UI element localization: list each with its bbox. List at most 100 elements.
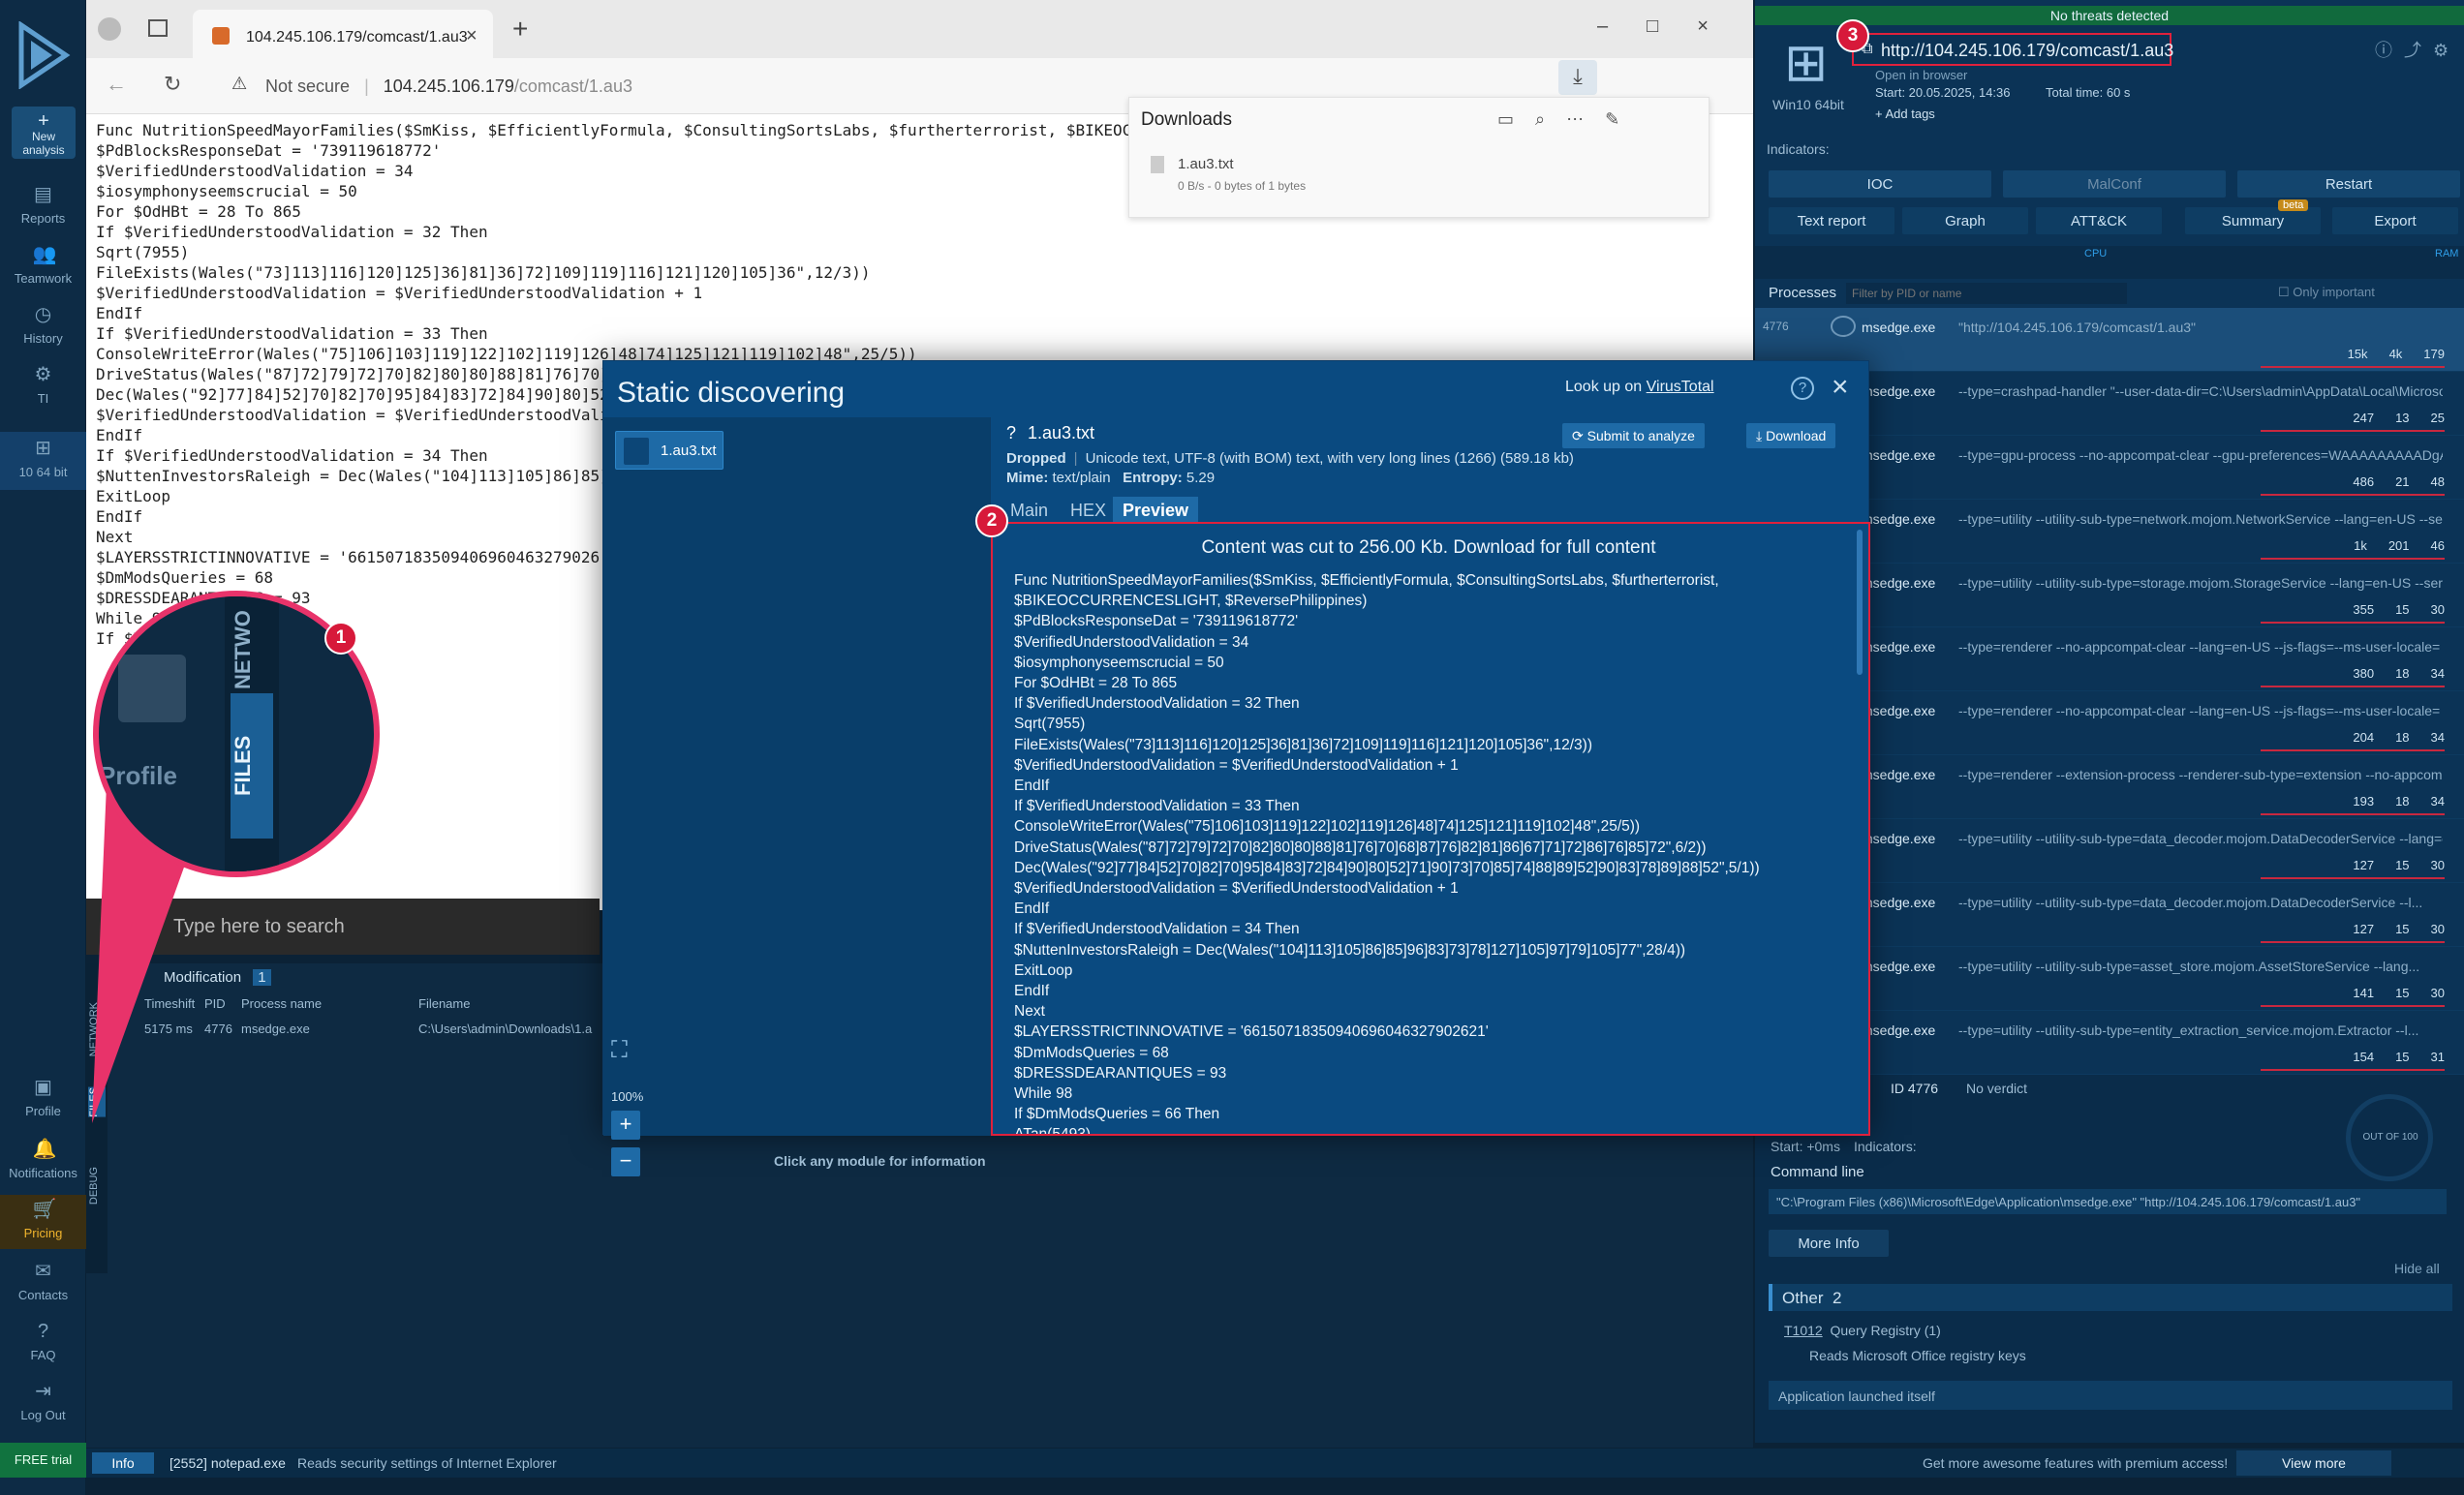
app-launched-item[interactable]: Application launched itself	[1769, 1381, 2452, 1410]
nav-pricing[interactable]: 🛒 Pricing	[0, 1195, 86, 1249]
tab-bar: 104.245.106.179/comcast/1.au3 × + –□×	[86, 0, 1753, 58]
other-section[interactable]: Other 2	[1769, 1284, 2452, 1311]
modules-stat: 48	[2430, 474, 2445, 489]
registry-stat: 18	[2395, 794, 2410, 809]
zoom-in-button[interactable]: +	[611, 1111, 640, 1140]
nav-faq[interactable]: ? FAQ	[0, 1321, 86, 1362]
close-icon[interactable]: ×	[1832, 371, 1849, 404]
refresh-icon[interactable]: ↻	[164, 72, 181, 97]
preview-text: Func NutritionSpeedMayorFamilies($SmKiss…	[1014, 572, 1760, 1136]
view-more-button[interactable]: View more	[2236, 1450, 2391, 1476]
add-tags-button[interactable]: + Add tags	[1875, 107, 1935, 121]
browser-tab[interactable]: 104.245.106.179/comcast/1.au3 ×	[193, 10, 493, 58]
promo-text: Get more awesome features with premium a…	[1923, 1455, 2229, 1471]
modules-stat: 46	[2430, 538, 2445, 553]
window-controls[interactable]: –□×	[1597, 15, 1747, 38]
process-stats: 193 18 34	[2331, 794, 2445, 809]
annotation-badge-3: 3	[1836, 19, 1869, 52]
more-info-button[interactable]: More Info	[1769, 1230, 1889, 1257]
command-line-label: Command line	[1771, 1164, 1864, 1180]
annotation-badge-2: 2	[975, 504, 1008, 537]
graph-button[interactable]: Graph	[1902, 207, 2028, 234]
text-report-button[interactable]: Text report	[1769, 207, 1894, 234]
zoom-out-button[interactable]: −	[611, 1147, 640, 1176]
files-stat: 154	[2353, 1050, 2375, 1064]
nav-windows-task[interactable]: ⊞ 10 64 bit	[0, 432, 86, 490]
registry-stat: 15	[2395, 922, 2410, 936]
command-line-value[interactable]: "C:\Program Files (x86)\Microsoft\Edge\A…	[1769, 1189, 2447, 1214]
registry-stat: 4k	[2388, 347, 2403, 361]
process-name: msedge.exe	[1862, 511, 1936, 527]
submit-to-analyze-button[interactable]: ⟳ Submit to analyze	[1562, 423, 1705, 448]
tab-debug[interactable]: DEBUG	[88, 1167, 106, 1205]
virustotal-link[interactable]: VirusTotal	[1647, 379, 1714, 395]
teamwork-icon: 👥	[32, 244, 57, 265]
nav-reports[interactable]: ▤ Reports	[0, 184, 86, 226]
process-name: msedge.exe	[1862, 383, 1936, 399]
status-info-tab[interactable]: Info	[92, 1452, 154, 1474]
registry-stat: 13	[2395, 411, 2410, 425]
tab-main[interactable]: Main	[1001, 497, 1058, 524]
t1012-item[interactable]: T1012 Query Registry (1)	[1784, 1323, 1941, 1338]
summary-button[interactable]: Summary	[2185, 207, 2321, 234]
nav-notifications[interactable]: 🔔 Notifications	[0, 1139, 86, 1180]
url-path: /comcast/1.au3	[513, 76, 632, 96]
only-important-checkbox[interactable]: ☐ Only important	[2278, 285, 2375, 300]
export-button[interactable]: Export	[2332, 207, 2458, 234]
preview-notice: Content was cut to 256.00 Kb. Download f…	[1201, 537, 1656, 558]
status-bar: Info [2552] notepad.exe Reads security s…	[86, 1449, 2464, 1478]
nav-profile[interactable]: ▣ Profile	[0, 1077, 86, 1118]
files-stat: 380	[2353, 666, 2375, 681]
downloads-actions-icon[interactable]: ▭⌕⋯✎	[1497, 109, 1641, 130]
help-icon[interactable]: ?	[1791, 377, 1814, 400]
process-name: msedge.exe	[1862, 895, 1936, 910]
task-actions-icons[interactable]: ⓘ⤴⚙	[2375, 37, 2460, 62]
process-filter-input[interactable]	[1846, 283, 2127, 304]
nav-logout[interactable]: ⇥ Log Out	[0, 1381, 86, 1422]
hide-all-link[interactable]: Hide all	[2394, 1261, 2440, 1276]
back-icon[interactable]: ←	[106, 72, 127, 97]
magnified-files-tab[interactable]: FILES	[231, 693, 273, 839]
nav-history[interactable]: ◷ History	[0, 304, 86, 346]
new-tab-icon[interactable]: +	[512, 14, 528, 45]
nav-contacts[interactable]: ✉ Contacts	[0, 1261, 86, 1302]
file-module[interactable]: 1.au3.txt	[615, 431, 724, 470]
process-command: --type=utility --utility-sub-type=networ…	[1958, 511, 2443, 527]
process-stats: 486 21 48	[2331, 474, 2445, 489]
tab-hex[interactable]: HEX	[1061, 497, 1116, 524]
open-in-browser-link[interactable]: Open in browser	[1875, 68, 1967, 82]
free-trial-button[interactable]: FREE trial	[0, 1443, 86, 1478]
process-stats: 15k 4k 179	[2326, 347, 2445, 361]
restart-button[interactable]: Restart	[2237, 170, 2460, 198]
detail-start: Start: +0ms	[1771, 1139, 1840, 1154]
files-stat: 247	[2353, 411, 2375, 425]
malconf-button[interactable]: MalConf	[2003, 170, 2226, 198]
process-command: --type=utility --utility-sub-type=entity…	[1958, 1022, 2419, 1038]
left-nav: + New analysis ▤ Reports 👥 Teamwork ◷ Histo…	[0, 0, 86, 1495]
nav-teamwork[interactable]: 👥 Teamwork	[0, 244, 86, 286]
attck-button[interactable]: ATT&CK	[2036, 207, 2162, 234]
preview-scrollbar[interactable]	[1857, 530, 1863, 675]
ioc-button[interactable]: IOC	[1769, 170, 1991, 198]
profile-icon	[118, 655, 186, 722]
row-filename[interactable]: C:\Users\admin\Downloads\1.a	[418, 1022, 593, 1036]
process-name: msedge.exe	[1862, 831, 1936, 846]
indicators-label: Indicators:	[1767, 141, 1830, 157]
tab-preview[interactable]: Preview	[1113, 497, 1199, 524]
preview-pane[interactable]: Content was cut to 256.00 Kb. Download f…	[991, 522, 1870, 1136]
close-tab-icon[interactable]: ×	[466, 25, 477, 47]
download-button[interactable]: ⤓ Download	[1746, 423, 1836, 448]
tab-actions-icon[interactable]	[148, 19, 168, 37]
downloads-icon[interactable]: ⤓	[1558, 60, 1597, 95]
reports-icon: ▤	[34, 184, 52, 205]
nav-ti[interactable]: ⚙ TI	[0, 364, 86, 406]
fullscreen-icon[interactable]: ⛶	[611, 1037, 628, 1064]
avatar[interactable]	[98, 17, 121, 41]
task-url[interactable]: ⧉ http://104.245.106.179/comcast/1.au3	[1852, 33, 2173, 66]
refresh-icon: ⟳	[1572, 428, 1587, 443]
modules-stat: 30	[2430, 986, 2445, 1000]
downloads-title: Downloads	[1141, 109, 1232, 130]
windows-icon: ⊞	[35, 438, 51, 459]
download-file-name[interactable]: 1.au3.txt	[1178, 156, 1234, 172]
new-analysis-button[interactable]: + New analysis	[12, 107, 76, 159]
